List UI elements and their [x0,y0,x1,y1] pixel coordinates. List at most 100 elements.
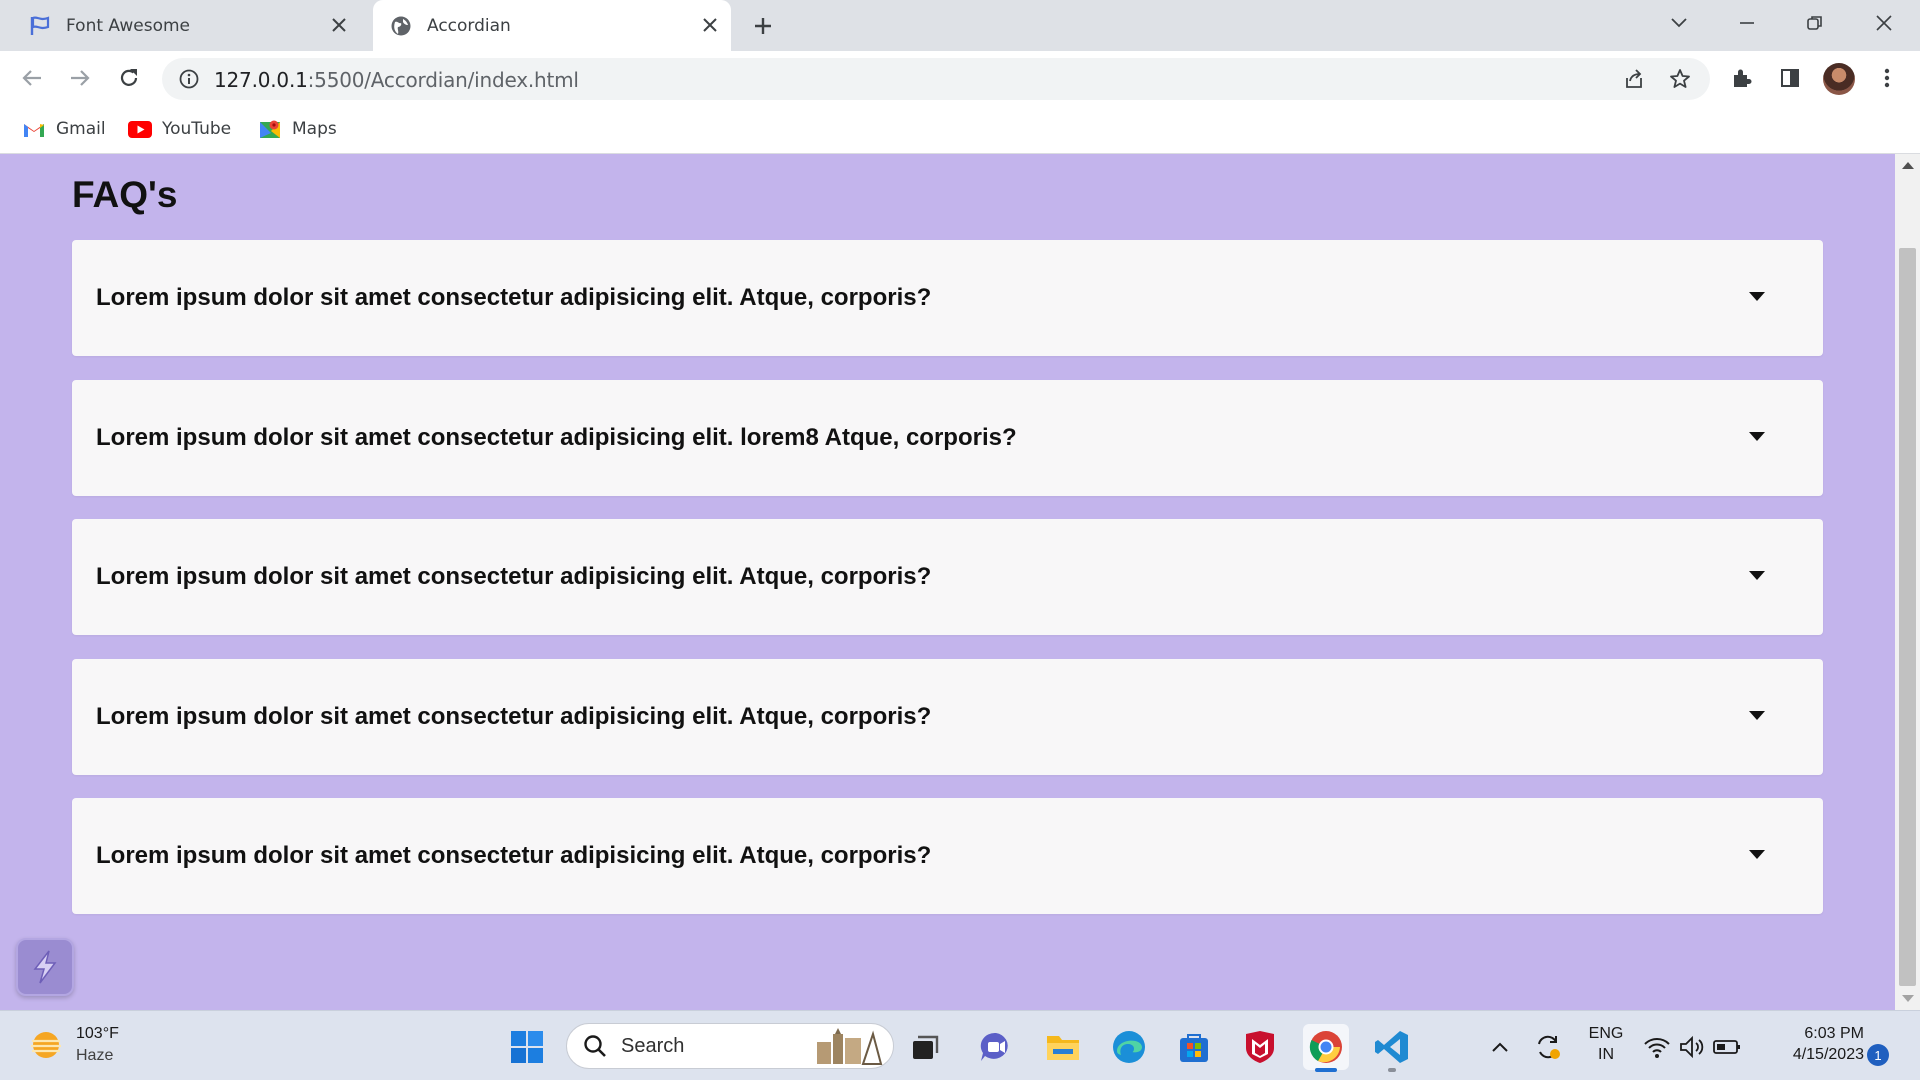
store-icon [1180,1034,1208,1062]
close-tab-icon[interactable] [328,14,350,36]
gmail-icon [22,117,46,141]
forward-button[interactable] [64,62,96,94]
clock-date: 4/15/2023 [1792,1046,1864,1063]
profile-avatar[interactable] [1823,63,1855,95]
close-tab-icon[interactable] [699,14,721,36]
tab-accordian[interactable]: Accordian [373,0,731,51]
faq-item[interactable]: Lorem ipsum dolor sit amet consectetur a… [72,380,1823,496]
chrome-button[interactable] [1303,1024,1349,1070]
vscode-icon [1375,1031,1408,1063]
caret-down-icon[interactable] [1749,432,1765,441]
floating-extension-button[interactable] [16,938,74,996]
menu-kebab-icon[interactable] [1873,64,1901,92]
faq-question: Lorem ipsum dolor sit amet consectetur a… [96,284,932,311]
vscode-button[interactable] [1369,1024,1415,1070]
chrome-icon [1309,1031,1342,1063]
page-scrollbar[interactable] [1895,154,1920,1010]
haze-sun-icon [31,1032,61,1058]
lightning-icon [33,950,57,984]
scroll-down-arrow-icon[interactable] [1902,995,1914,1002]
mcafee-shield-icon [1246,1031,1274,1063]
scroll-up-arrow-icon[interactable] [1902,162,1914,169]
region-code: IN [1598,1046,1614,1063]
chrome-active-indicator [1315,1068,1337,1072]
share-icon[interactable] [1622,67,1646,91]
extensions-icon[interactable] [1728,64,1756,92]
maps-icon [258,117,282,141]
bookmark-youtube[interactable]: YouTube [128,116,231,142]
faq-question: Lorem ipsum dolor sit amet consectetur a… [96,842,932,869]
new-tab-button[interactable] [748,11,778,41]
tab-font-awesome[interactable]: Font Awesome [28,0,360,51]
search-icon [584,1035,606,1057]
start-button[interactable] [504,1024,550,1070]
faq-item[interactable]: Lorem ipsum dolor sit amet consectetur a… [72,798,1823,914]
teams-chat-icon [980,1032,1008,1061]
restore-button[interactable] [1795,6,1835,40]
url-text: 127.0.0.1:5500/Accordian/index.html [214,68,579,92]
mcafee-button[interactable] [1237,1024,1283,1070]
bookmark-maps[interactable]: Maps [258,116,337,142]
faq-item[interactable]: Lorem ipsum dolor sit amet consectetur a… [72,240,1823,356]
language-indicator[interactable]: ENG IN [1582,1025,1630,1064]
task-view-button[interactable] [903,1024,949,1070]
caret-down-icon[interactable] [1749,571,1765,580]
quick-settings-button[interactable] [1638,1024,1746,1070]
language-code: ENG [1588,1025,1624,1042]
vscode-open-indicator [1388,1068,1396,1072]
battery-icon [1713,1040,1740,1054]
flag-icon [28,14,52,38]
faq-question: Lorem ipsum dolor sit amet consectetur a… [96,424,1017,451]
show-hidden-icons-button[interactable] [1478,1024,1522,1070]
faq-question: Lorem ipsum dolor sit amet consectetur a… [96,703,932,730]
tab-label: Font Awesome [66,15,190,36]
chevron-up-icon [1492,1042,1508,1052]
edge-button[interactable] [1106,1024,1152,1070]
site-info-icon[interactable] [178,68,200,90]
sync-icon [1538,1035,1560,1059]
tab-strip: Font Awesome Accordian [0,0,1920,51]
reload-button[interactable] [113,62,145,94]
side-panel-icon[interactable] [1776,64,1804,92]
faq-question: Lorem ipsum dolor sit amet consectetur a… [96,563,932,590]
caret-down-icon[interactable] [1749,711,1765,720]
edge-icon [1113,1031,1145,1063]
url-host: 127.0.0.1 [214,68,308,92]
bookmark-star-icon[interactable] [1668,67,1692,91]
back-button[interactable] [16,62,48,94]
caret-down-icon[interactable] [1749,292,1765,301]
clock[interactable]: 6:03 PM 4/15/2023 [1760,1025,1864,1064]
taskbar-search[interactable]: Search [566,1023,894,1069]
tab-label: Accordian [427,15,511,36]
url-path: :5500/Accordian/index.html [307,68,579,92]
bookmark-label: YouTube [162,119,232,139]
windows-taskbar: 103°F Haze Search ENG IN 6:03 PM 4/15/20… [0,1010,1920,1080]
sync-tray-button[interactable] [1526,1024,1570,1070]
faq-item[interactable]: Lorem ipsum dolor sit amet consectetur a… [72,519,1823,635]
scroll-thumb[interactable] [1899,248,1916,986]
teams-chat-button[interactable] [973,1024,1019,1070]
bookmark-label: Maps [292,119,337,139]
page-title: FAQ's [72,174,178,215]
microsoft-store-button[interactable] [1171,1024,1217,1070]
bookmarks-bar: Gmail YouTube Maps [0,106,1920,154]
tab-search-chevron-icon[interactable] [1659,6,1699,40]
file-explorer-button[interactable] [1040,1024,1086,1070]
notification-badge[interactable]: 1 [1867,1044,1889,1066]
caret-down-icon[interactable] [1749,850,1765,859]
windows-logo-icon [511,1031,543,1063]
weather-desc: Haze [76,1047,114,1064]
bookmark-gmail[interactable]: Gmail [22,116,106,142]
weather-widget[interactable]: 103°F Haze [28,1025,119,1065]
folder-icon [1047,1036,1079,1060]
volume-icon [1680,1035,1704,1059]
close-window-button[interactable] [1864,6,1904,40]
minimize-button[interactable] [1727,6,1767,40]
address-bar[interactable]: 127.0.0.1:5500/Accordian/index.html [162,58,1710,100]
wifi-icon [1644,1038,1670,1058]
globe-icon [389,14,413,38]
search-label: Search [621,1034,685,1057]
browser-toolbar: 127.0.0.1:5500/Accordian/index.html [0,51,1920,106]
youtube-icon [128,117,152,141]
faq-item[interactable]: Lorem ipsum dolor sit amet consectetur a… [72,659,1823,775]
